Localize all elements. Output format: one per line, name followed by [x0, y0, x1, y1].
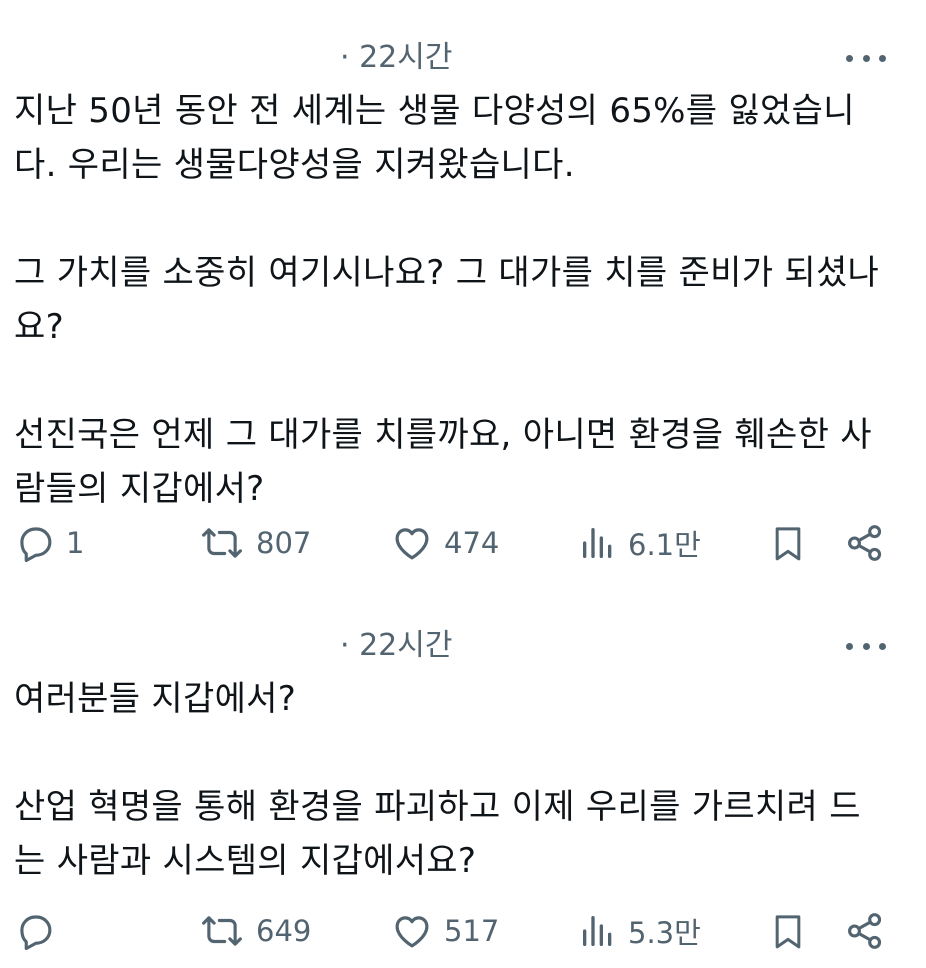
- heart-icon: [395, 916, 429, 948]
- post-text-line: 다. 우리는 생물다양성을 지켜왔습니다.: [14, 145, 575, 185]
- bookmark-icon: [775, 527, 801, 561]
- bookmark-icon: [775, 915, 801, 949]
- views-button[interactable]: 6.1만: [578, 518, 701, 568]
- repost-count: 807: [256, 526, 312, 560]
- share-icon: [848, 525, 882, 561]
- repost-button[interactable]: 807: [198, 518, 311, 568]
- post-text-line: 요?: [14, 307, 64, 347]
- post-text-line: 여러분들 지갑에서?: [14, 679, 297, 719]
- post-text: 여러분들 지갑에서? 산업 혁명을 통해 환경을 파괴하고 이제 우리를 가르치…: [14, 672, 894, 888]
- repost-icon: [202, 916, 242, 946]
- share-icon: [848, 913, 882, 949]
- like-count: 474: [444, 526, 500, 560]
- post[interactable]: · 22시간 여러분들 지갑에서? 산업 혁명을 통해 환경을 파괴하고 이제 …: [0, 600, 926, 968]
- post-timestamp[interactable]: · 22시간: [340, 626, 452, 666]
- post-text: 지난 50년 동안 전 세계는 생물 다양성의 65%를 잃었습니 다. 우리는…: [14, 84, 894, 516]
- reply-count: 1: [66, 526, 85, 560]
- post-text-line: 선진국은 언제 그 대가를 치를까요, 아니면 환경을 훼손한 사: [14, 415, 872, 455]
- action-bar: 1 807 474 6.1만: [0, 518, 926, 568]
- repost-button[interactable]: 649: [198, 906, 311, 956]
- post-text-line: 는 사람과 시스템의 지갑에서요?: [14, 841, 477, 881]
- reply-button[interactable]: [14, 906, 66, 956]
- like-count: 517: [444, 914, 500, 948]
- share-button[interactable]: [844, 906, 886, 956]
- post[interactable]: · 22시간 지난 50년 동안 전 세계는 생물 다양성의 65%를 잃었습니…: [0, 0, 926, 600]
- more-icon[interactable]: [846, 48, 886, 68]
- reply-icon: [20, 527, 52, 563]
- post-text-line: 그 가치를 소중히 여기시나요? 그 대가를 치를 준비가 되셨나: [14, 253, 880, 293]
- action-bar: 649 517 5.3만: [0, 906, 926, 956]
- views-button[interactable]: 5.3만: [578, 906, 701, 956]
- post-text-line: 람들의 지갑에서?: [14, 469, 265, 509]
- repost-count: 649: [256, 914, 312, 948]
- heart-icon: [395, 528, 429, 560]
- reply-icon: [20, 915, 52, 951]
- view-count: 5.3만: [628, 916, 701, 950]
- repost-icon: [202, 528, 242, 558]
- post-text-line: 산업 혁명을 통해 환경을 파괴하고 이제 우리를 가르치려 드: [14, 787, 861, 827]
- bookmark-button[interactable]: [768, 906, 808, 956]
- like-button[interactable]: 474: [390, 518, 499, 568]
- more-icon[interactable]: [846, 636, 886, 656]
- views-icon: [583, 528, 612, 558]
- bookmark-button[interactable]: [768, 518, 808, 568]
- views-icon: [583, 916, 612, 946]
- share-button[interactable]: [844, 518, 886, 568]
- post-text-line: 지난 50년 동안 전 세계는 생물 다양성의 65%를 잃었습니: [14, 91, 855, 131]
- reply-button[interactable]: 1: [14, 518, 84, 568]
- post-timestamp[interactable]: · 22시간: [340, 38, 452, 78]
- view-count: 6.1만: [628, 528, 701, 562]
- like-button[interactable]: 517: [390, 906, 499, 956]
